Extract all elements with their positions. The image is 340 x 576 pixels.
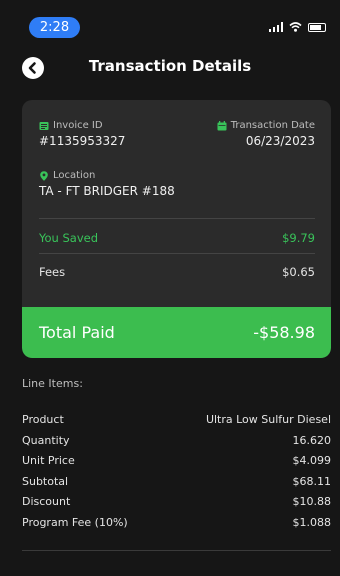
battery-icon	[308, 23, 326, 32]
fees-row: Fees $0.65	[39, 265, 315, 279]
line-item-value: Ultra Low Sulfur Diesel	[205, 413, 331, 426]
location-value: TA - FT BRIDGER #188	[39, 184, 175, 198]
line-item-quantity: Quantity 16.620	[22, 434, 331, 455]
location-label: Location	[53, 170, 96, 181]
line-item-label: Unit Price	[22, 454, 75, 467]
page-title: Transaction Details	[88, 57, 252, 75]
location-pin-icon	[40, 170, 48, 181]
line-item-label: Program Fee (10%)	[22, 515, 128, 529]
you-saved-label: You Saved	[39, 231, 99, 245]
fees-label: Fees	[39, 265, 66, 279]
invoice-label: Invoice ID	[53, 120, 103, 131]
total-paid-value: -$58.98	[253, 323, 315, 342]
line-item-value: $10.88	[292, 495, 332, 508]
status-time: 2:28	[29, 17, 80, 38]
invoice-label-row: Invoice ID	[39, 120, 125, 131]
location-label-row: Location	[39, 170, 175, 181]
invoice-value: #1135953327	[39, 134, 126, 148]
line-item-product: Product Ultra Low Sulfur Diesel	[22, 413, 331, 434]
line-item-label: Quantity	[22, 433, 70, 447]
line-item-label: Product	[22, 413, 64, 426]
line-item-discount: Discount $10.88	[22, 495, 331, 516]
location-block: Location TA - FT BRIDGER #188	[39, 170, 175, 198]
transaction-date-block: Transaction Date 06/23/2023	[217, 120, 315, 148]
line-items-heading: Line Items:	[22, 377, 83, 390]
status-icons	[268, 22, 326, 32]
total-paid-label: Total Paid	[39, 323, 115, 342]
you-saved-value: $9.79	[282, 231, 315, 245]
fees-value: $0.65	[282, 265, 315, 279]
transaction-card: Invoice ID #1135953327 Transaction Date …	[22, 100, 331, 358]
transaction-date-label: Transaction Date	[230, 120, 315, 131]
card-divider	[39, 218, 315, 219]
header: Transaction Details	[0, 50, 340, 84]
line-item-value: $68.11	[292, 474, 332, 488]
signal-icon	[268, 22, 283, 32]
line-item-label: Subtotal	[22, 474, 69, 488]
line-item-value: $1.088	[292, 515, 332, 529]
line-item-label: Discount	[22, 495, 71, 508]
card-divider	[39, 253, 315, 254]
transaction-date-value: 06/23/2023	[245, 134, 315, 148]
line-item-program-fee: Program Fee (10%) $1.088	[22, 516, 331, 537]
line-item-unit-price: Unit Price $4.099	[22, 454, 331, 475]
bottom-divider	[22, 550, 331, 551]
wifi-icon	[289, 22, 302, 32]
calendar-icon	[217, 120, 227, 130]
line-item-value: 16.620	[292, 433, 332, 447]
line-item-value: $4.099	[292, 454, 332, 467]
line-item-subtotal: Subtotal $68.11	[22, 475, 331, 496]
invoice-icon	[39, 121, 49, 130]
invoice-block: Invoice ID #1135953327	[39, 120, 125, 148]
transaction-date-label-row: Transaction Date	[217, 120, 315, 131]
status-bar: 2:28	[0, 0, 340, 40]
total-paid-bar: Total Paid -$58.98	[22, 307, 331, 358]
you-saved-row: You Saved $9.79	[39, 231, 315, 245]
line-items-list: Product Ultra Low Sulfur Diesel Quantity…	[22, 413, 331, 536]
